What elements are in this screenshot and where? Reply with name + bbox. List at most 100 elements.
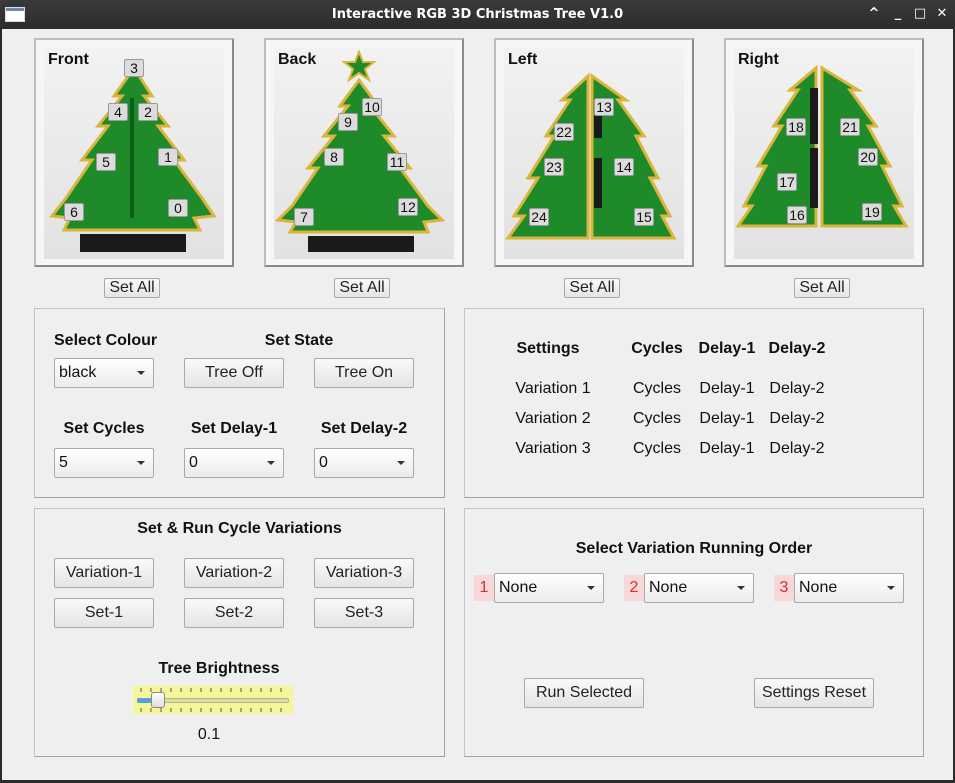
settings-reset-button[interactable]: Settings Reset [754, 678, 874, 708]
minimize-icon[interactable]: _ [890, 6, 906, 22]
led-14[interactable]: 14 [614, 158, 634, 176]
left-view-label: Left [508, 51, 538, 68]
slot-1-select[interactable]: None [494, 573, 604, 603]
set-1-button[interactable]: Set-1 [54, 598, 154, 628]
front-tree-photo: Front 3 4 2 5 1 6 0 [44, 48, 224, 259]
back-view-label: Back [278, 51, 317, 68]
title-bar: Interactive RGB 3D Christmas Tree V1.0 ^… [0, 0, 955, 29]
variations-panel [34, 508, 445, 757]
tree-off-button[interactable]: Tree Off [184, 358, 284, 388]
delay1-header: Delay-1 [698, 340, 756, 357]
led-0[interactable]: 0 [168, 199, 188, 217]
variations-title: Set & Run Cycle Variations [137, 520, 342, 537]
led-22[interactable]: 22 [554, 123, 574, 141]
back-view-frame: Back 10 9 8 11 7 12 [264, 38, 464, 267]
led-1[interactable]: 1 [158, 148, 178, 166]
delay2-header: Delay-2 [768, 340, 826, 357]
back-tree-photo: Back 10 9 8 11 7 12 [274, 48, 454, 259]
slot-1-value: None [499, 579, 538, 596]
led-15[interactable]: 15 [634, 208, 654, 226]
variation-2-button[interactable]: Variation-2 [184, 558, 284, 588]
table-row-2-name: Variation 2 [515, 410, 591, 427]
led-6[interactable]: 6 [64, 203, 84, 221]
variation-1-button[interactable]: Variation-1 [54, 558, 154, 588]
colour-select-value: black [59, 364, 97, 381]
chevron-down-icon [137, 371, 145, 375]
led-13[interactable]: 13 [594, 98, 614, 116]
table-row-3-cycles: Cycles [632, 440, 681, 457]
chevron-down-icon [587, 586, 595, 590]
led-24[interactable]: 24 [529, 208, 549, 226]
shade-icon[interactable]: ^ [866, 6, 882, 22]
slot-3-badge: 3 [774, 575, 794, 601]
delay1-select-value: 0 [189, 454, 198, 471]
led-7[interactable]: 7 [294, 208, 314, 226]
led-9[interactable]: 9 [338, 113, 358, 131]
front-set-all-button[interactable]: Set All [104, 278, 160, 298]
led-2[interactable]: 2 [138, 103, 158, 121]
front-view-label: Front [48, 51, 89, 68]
back-tree-graphic [274, 49, 446, 252]
cycles-select[interactable]: 5 [54, 448, 154, 478]
table-row-2-cycles: Cycles [632, 410, 681, 427]
cycles-header: Cycles [631, 340, 683, 357]
brightness-label: Tree Brightness [158, 660, 280, 677]
run-selected-button[interactable]: Run Selected [524, 678, 644, 708]
led-11[interactable]: 11 [387, 153, 407, 171]
right-view-label: Right [738, 51, 779, 68]
chevron-down-icon [887, 586, 895, 590]
led-5[interactable]: 5 [96, 153, 116, 171]
led-20[interactable]: 20 [858, 148, 878, 166]
right-set-all-button[interactable]: Set All [794, 278, 850, 298]
table-row-3-name: Variation 3 [515, 440, 591, 457]
set-3-button[interactable]: Set-3 [314, 598, 414, 628]
slider-handle[interactable] [150, 692, 165, 708]
right-tree-photo: Right 18 21 20 17 16 19 [734, 48, 914, 259]
set-delay1-label: Set Delay-1 [190, 420, 278, 437]
right-tree-graphic [735, 64, 909, 228]
led-17[interactable]: 17 [777, 173, 797, 191]
delay1-select[interactable]: 0 [184, 448, 284, 478]
brightness-value: 0.1 [197, 726, 221, 743]
led-12[interactable]: 12 [398, 198, 418, 216]
settings-header: Settings [516, 340, 580, 357]
close-icon[interactable]: ✕ [934, 6, 950, 22]
led-23[interactable]: 23 [544, 158, 564, 176]
chevron-down-icon [737, 586, 745, 590]
slot-2-select[interactable]: None [644, 573, 754, 603]
table-row-1-delay2: Delay-2 [769, 380, 825, 397]
right-view-frame: Right 18 21 20 17 16 19 [724, 38, 924, 267]
window-title: Interactive RGB 3D Christmas Tree V1.0 [331, 7, 624, 22]
led-8[interactable]: 8 [324, 148, 344, 166]
slot-2-badge: 2 [624, 575, 644, 601]
maximize-icon[interactable]: □ [912, 6, 928, 22]
chevron-down-icon [137, 461, 145, 465]
slot-2-value: None [649, 579, 688, 596]
left-set-all-button[interactable]: Set All [564, 278, 620, 298]
table-row-1-name: Variation 1 [515, 380, 591, 397]
variation-3-button[interactable]: Variation-3 [314, 558, 414, 588]
table-row-2-delay1: Delay-1 [699, 410, 755, 427]
led-16[interactable]: 16 [787, 206, 807, 224]
delay2-select[interactable]: 0 [314, 448, 414, 478]
led-4[interactable]: 4 [108, 103, 128, 121]
led-19[interactable]: 19 [862, 203, 882, 221]
settings-panel [464, 308, 924, 498]
led-21[interactable]: 21 [840, 118, 860, 136]
cycles-select-value: 5 [59, 454, 68, 471]
set-2-button[interactable]: Set-2 [184, 598, 284, 628]
brightness-slider[interactable] [133, 686, 293, 714]
chevron-down-icon [267, 461, 275, 465]
table-row-2-delay2: Delay-2 [769, 410, 825, 427]
slot-3-value: None [799, 579, 838, 596]
back-set-all-button[interactable]: Set All [334, 278, 390, 298]
led-18[interactable]: 18 [786, 118, 806, 136]
delay2-select-value: 0 [319, 454, 328, 471]
colour-select[interactable]: black [54, 358, 154, 388]
slot-3-select[interactable]: None [794, 573, 904, 603]
tree-on-button[interactable]: Tree On [314, 358, 414, 388]
led-3[interactable]: 3 [124, 59, 144, 77]
table-row-1-cycles: Cycles [632, 380, 681, 397]
set-state-label: Set State [264, 332, 334, 349]
led-10[interactable]: 10 [362, 98, 382, 116]
